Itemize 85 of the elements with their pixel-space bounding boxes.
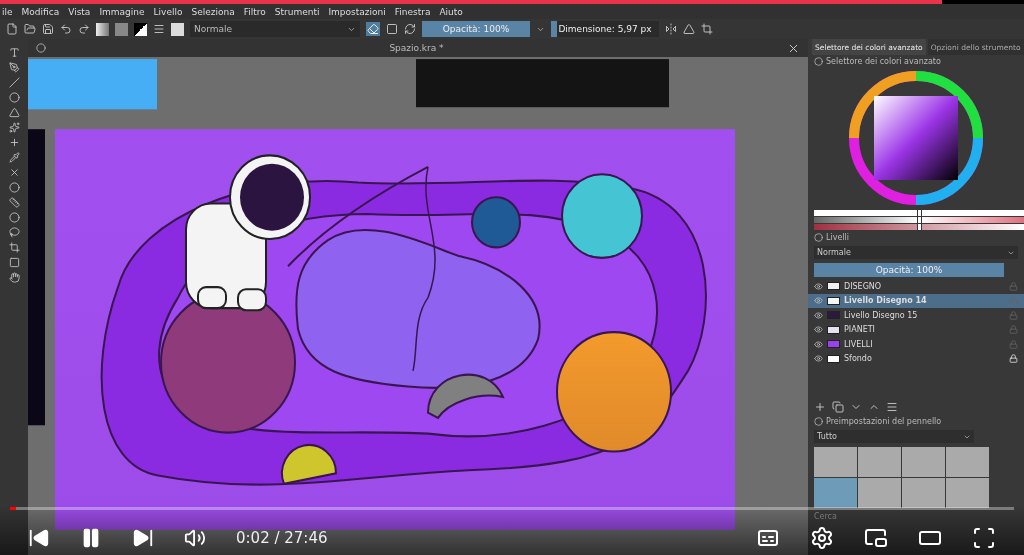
tool-icon[interactable] <box>8 242 20 253</box>
tool-icon[interactable] <box>8 167 20 178</box>
tool-icon[interactable] <box>8 47 20 58</box>
tool-icon[interactable] <box>8 137 20 148</box>
previous-icon[interactable] <box>28 527 50 549</box>
video-time: 0:02 / 27:46 <box>236 529 328 547</box>
mirror-icon[interactable] <box>665 23 677 35</box>
eraser-icon[interactable] <box>366 22 380 36</box>
tool-icon[interactable] <box>8 212 20 223</box>
tool-icon[interactable] <box>8 182 20 193</box>
blend-mode-dropdown[interactable]: Normale <box>190 21 360 37</box>
panel-title: Livelli <box>826 233 849 242</box>
panel-title: Selettore dei colori avanzato <box>826 57 941 66</box>
open-folder-icon[interactable] <box>24 23 36 35</box>
layer-name: Livello Disegno 15 <box>844 310 919 320</box>
layer-name: LIVELLI <box>844 339 874 349</box>
miniplayer-icon[interactable] <box>864 526 888 550</box>
layer-opacity-slider[interactable]: Opacità: 100% <box>814 263 1004 277</box>
layer-name: DISEGNO <box>844 281 883 291</box>
fullscreen-icon[interactable] <box>972 526 996 550</box>
color-slider[interactable] <box>814 217 1024 223</box>
menu-item[interactable]: Livello <box>153 6 183 17</box>
layer-row[interactable]: PIANETI <box>808 322 1024 337</box>
menu-item[interactable]: Modifica <box>21 6 60 17</box>
color-slider[interactable] <box>814 224 1024 230</box>
tool-icon[interactable] <box>8 197 20 208</box>
layer-name: PIANETI <box>844 325 876 335</box>
tool-icon[interactable] <box>8 77 20 88</box>
redo-icon[interactable] <box>78 23 90 35</box>
lock-icon[interactable] <box>1009 354 1018 364</box>
tool-icon[interactable] <box>8 62 20 73</box>
eye-icon[interactable] <box>814 339 823 349</box>
color-swap-icon[interactable] <box>134 22 147 36</box>
panel-icon[interactable] <box>814 57 823 66</box>
layer-name: Sfondo <box>844 354 873 364</box>
eye-icon[interactable] <box>814 310 823 320</box>
tool-icon[interactable] <box>8 92 20 103</box>
triangle-icon[interactable] <box>683 23 695 35</box>
next-icon[interactable] <box>132 527 154 549</box>
panel-title: Preimpostazioni del pennello <box>826 417 942 426</box>
duplicate-icon[interactable] <box>832 401 844 413</box>
layer-row[interactable]: Sfondo <box>808 351 1024 366</box>
volume-icon[interactable] <box>184 527 206 549</box>
menu-item[interactable]: Immagine <box>99 6 145 17</box>
gradient-swatch[interactable] <box>96 22 109 36</box>
undo-icon[interactable] <box>60 23 72 35</box>
tool-icon[interactable] <box>8 122 20 133</box>
layer-row[interactable]: Livello Disegno 15 <box>808 308 1024 323</box>
document-title: Spazio.kra * <box>389 43 444 53</box>
panel-icon[interactable] <box>814 417 823 426</box>
menu-item[interactable]: Filtro <box>243 6 266 17</box>
new-file-icon[interactable] <box>6 23 18 35</box>
brush-settings-icon[interactable] <box>153 23 165 35</box>
size-slider[interactable]: Dimensione: 5,97 px <box>551 21 659 37</box>
tool-icon[interactable] <box>8 152 20 163</box>
layer-blend-dropdown[interactable]: Normale <box>814 246 1018 259</box>
add-icon[interactable] <box>814 401 826 413</box>
brush-preview-icon[interactable] <box>171 22 184 36</box>
menu-item[interactable]: Strumenti <box>274 6 320 17</box>
crop-icon[interactable] <box>701 23 713 35</box>
eye-icon[interactable] <box>814 325 823 335</box>
tool-icon[interactable] <box>8 272 20 283</box>
tool-icon[interactable] <box>8 107 20 118</box>
eye-icon[interactable] <box>814 354 823 364</box>
eye-icon[interactable] <box>814 281 823 291</box>
layer-row[interactable]: LIVELLI <box>808 337 1024 352</box>
menu-item[interactable]: ile <box>2 6 13 17</box>
tool-icon[interactable] <box>8 227 20 238</box>
color-slider[interactable] <box>814 210 1024 216</box>
layer-row[interactable]: DISEGNO <box>808 279 1024 294</box>
properties-icon[interactable] <box>886 401 898 413</box>
panel-icon[interactable] <box>814 233 823 242</box>
settings-icon[interactable] <box>810 526 834 550</box>
menu-item[interactable]: Aiuto <box>439 6 463 17</box>
preset-filter-dropdown[interactable]: Tutto <box>814 430 974 443</box>
save-icon[interactable] <box>42 23 54 35</box>
opacity-slider[interactable]: Opacità: 100% <box>422 21 530 37</box>
menu-item[interactable]: Finestra <box>394 6 431 17</box>
tool-icon[interactable] <box>8 257 20 268</box>
menu-item[interactable]: Vista <box>68 6 91 17</box>
reload-icon[interactable] <box>404 23 416 35</box>
menu-item[interactable]: Impostazioni <box>328 6 386 17</box>
layer-name: Livello Disegno 14 <box>844 296 928 306</box>
pattern-swatch[interactable] <box>115 22 128 36</box>
menu-item[interactable]: Seleziona <box>191 6 235 17</box>
